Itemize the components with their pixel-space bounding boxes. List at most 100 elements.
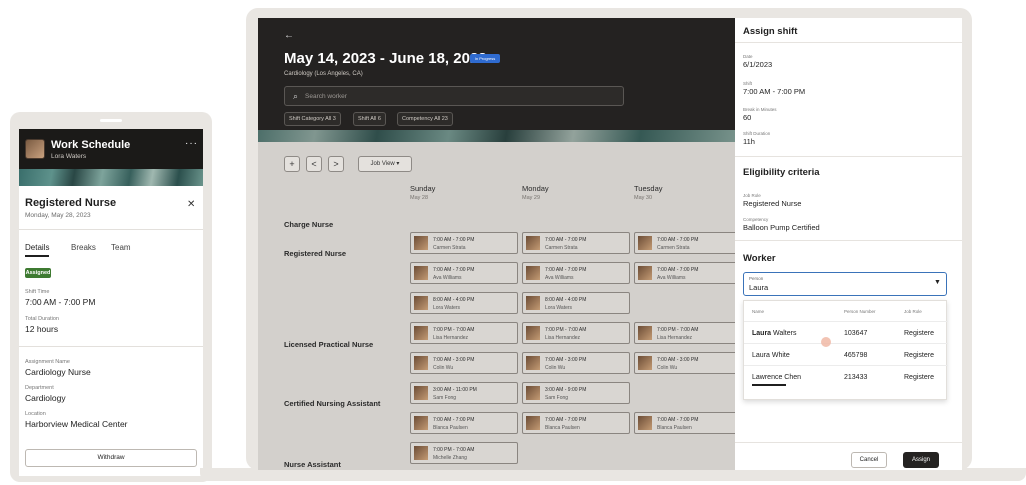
shift-worker-name: Blanca Paulsen (433, 425, 468, 431)
shift-card[interactable]: 7:00 PM - 7:00 AM Lisa Hernandez (410, 322, 518, 344)
shift-card[interactable]: 7:00 PM - 7:00 AM Michelle Zhang (410, 442, 518, 464)
role-label: Registered Nurse (284, 249, 347, 258)
option-number: 103647 (844, 330, 868, 337)
shift-card[interactable]: 7:00 AM - 3:00 PM Colin Wu (634, 352, 742, 374)
shift-card[interactable]: 7:00 AM - 7:00 PM Blanca Paulsen (410, 412, 518, 434)
shift-card[interactable]: 3:00 AM - 9:00 PM Sam Fong (522, 382, 630, 404)
field-label: Shift (743, 81, 753, 86)
more-icon[interactable]: ··· (185, 138, 198, 149)
shift-time: 7:00 AM - 7:00 PM (545, 267, 587, 273)
field-label: Break in Minutes (743, 107, 777, 112)
shift-time: 7:00 AM - 7:00 PM (657, 267, 699, 273)
status-badge: Assigned (25, 268, 51, 278)
tab-details[interactable]: Details (25, 243, 49, 252)
day-header: Monday (522, 184, 549, 193)
shift-worker-name: Lisa Hernandez (657, 335, 693, 341)
day-date: May 29 (522, 195, 541, 201)
assign-button[interactable]: Assign (903, 452, 939, 468)
field-label: Competency (743, 217, 769, 222)
shift-card[interactable]: 7:00 AM - 7:00 PM Ava Williams (410, 262, 518, 284)
option-name: Laura Walters (752, 330, 796, 337)
laptop-screen: ← May 14, 2023 - June 18, 2023 In Progre… (258, 18, 962, 470)
shift-time: 7:00 AM - 7:00 PM (657, 237, 699, 243)
avatar (638, 266, 652, 280)
shift-time: 8:00 AM - 4:00 PM (545, 297, 587, 303)
shift-card[interactable]: 8:00 AM - 4:00 PM Lora Waters (522, 292, 630, 314)
shift-worker-name: Ava Williams (545, 275, 574, 281)
shift-title: Registered Nurse (25, 197, 117, 209)
filter-chip-shift[interactable]: Shift All 6 (353, 112, 386, 126)
shift-card[interactable]: 7:00 AM - 7:00 PM Ava Williams (634, 262, 742, 284)
shift-worker-name: Colin Wu (657, 365, 678, 371)
field-value: 11h (743, 137, 755, 146)
app-title: Work Schedule (51, 139, 131, 151)
option-name: Laura White (752, 352, 790, 359)
person-search-field[interactable]: Person Laura ▼ (743, 272, 947, 296)
shift-time: 7:00 AM - 3:00 PM (657, 357, 699, 363)
chevron-down-icon[interactable]: ▼ (934, 279, 941, 286)
shift-card[interactable]: 7:00 AM - 7:00 PM Carmen Strata (634, 232, 742, 254)
shift-worker-name: Lora Waters (545, 305, 573, 311)
tab-breaks[interactable]: Breaks (71, 243, 96, 252)
divider (19, 346, 203, 347)
shift-card[interactable]: 7:00 AM - 7:00 PM Blanca Paulsen (522, 412, 630, 434)
shift-card[interactable]: 7:00 AM - 7:00 PM Blanca Paulsen (634, 412, 742, 434)
shift-time: 7:00 AM - 7:00 PM (433, 267, 475, 273)
shift-card[interactable]: 3:00 AM - 11:00 PM Sam Fong (410, 382, 518, 404)
day-date: May 28 (410, 195, 429, 201)
field-label: Assignment Name (25, 359, 70, 365)
shift-card[interactable]: 7:00 AM - 7:00 PM Carmen Strata (410, 232, 518, 254)
field-label: Shift Time (25, 289, 50, 295)
shift-card[interactable]: 7:00 AM - 3:00 PM Colin Wu (522, 352, 630, 374)
shift-time: 3:00 AM - 9:00 PM (545, 387, 587, 393)
shift-card[interactable]: 7:00 AM - 7:00 PM Carmen Strata (522, 232, 630, 254)
shift-time: 7:00 AM - 7:00 PM (545, 417, 587, 423)
avatar (414, 326, 428, 340)
field-value: 12 hours (25, 324, 59, 334)
previous-button[interactable]: < (306, 156, 322, 172)
shift-time: 7:00 AM - 7:00 PM (433, 237, 475, 243)
search-icon: ⌕ (293, 91, 299, 101)
add-button[interactable]: + (284, 156, 300, 172)
department-subtitle: Cardiology (Los Angeles, CA) (284, 71, 363, 77)
field-value: Balloon Pump Certified (743, 223, 820, 232)
match-text: Laura (752, 330, 772, 337)
role-label: Licensed Practical Nurse (284, 340, 374, 349)
shift-card[interactable]: 7:00 AM - 3:00 PM Colin Wu (410, 352, 518, 374)
avatar (414, 296, 428, 310)
dropdown-option[interactable]: Laura White 465798 Registere (744, 343, 948, 365)
active-tab-indicator (25, 255, 49, 257)
close-icon[interactable]: ✕ (187, 199, 195, 210)
search-input[interactable]: ⌕ Search worker (284, 86, 624, 106)
next-button[interactable]: > (328, 156, 344, 172)
search-placeholder: Search worker (305, 93, 347, 100)
shift-card[interactable]: 8:00 AM - 4:00 PM Lora Waters (410, 292, 518, 314)
shift-card[interactable]: 7:00 PM - 7:00 AM Lisa Hernandez (634, 322, 742, 344)
tab-team[interactable]: Team (111, 243, 131, 252)
shift-worker-name: Sam Fong (545, 395, 569, 401)
divider (735, 156, 962, 157)
cancel-button[interactable]: Cancel (851, 452, 887, 468)
view-selector[interactable]: Job View ▾ (358, 156, 412, 172)
status-badge: In Progress (470, 54, 500, 63)
back-arrow-icon[interactable]: ← (284, 30, 294, 41)
divider (735, 442, 962, 443)
phone-device: Work Schedule Lora Waters ··· Registered… (10, 112, 212, 482)
shift-card[interactable]: 7:00 PM - 7:00 AM Lisa Hernandez (522, 322, 630, 344)
shift-time: 7:00 PM - 7:00 AM (657, 327, 699, 333)
dropdown-option[interactable]: Laura Walters 103647 Registere (744, 321, 948, 343)
avatar (638, 356, 652, 370)
divider (19, 229, 203, 230)
withdraw-button[interactable]: Withdraw (25, 449, 197, 467)
filter-chip-competency[interactable]: Competency All 23 (397, 112, 453, 126)
shift-time: 7:00 PM - 7:00 AM (433, 447, 475, 453)
filter-chip-shift-category[interactable]: Shift Category All 3 (284, 112, 341, 126)
shift-time: 3:00 AM - 11:00 PM (433, 387, 477, 393)
shift-time: 7:00 AM - 3:00 PM (433, 357, 475, 363)
shift-worker-name: Colin Wu (545, 365, 566, 371)
field-value: Cardiology Nurse (25, 367, 91, 377)
avatar (414, 236, 428, 250)
worker-heading: Worker (743, 253, 776, 264)
shift-card[interactable]: 7:00 AM - 7:00 PM Ava Williams (522, 262, 630, 284)
panel-footer: Cancel Assign (735, 446, 962, 470)
